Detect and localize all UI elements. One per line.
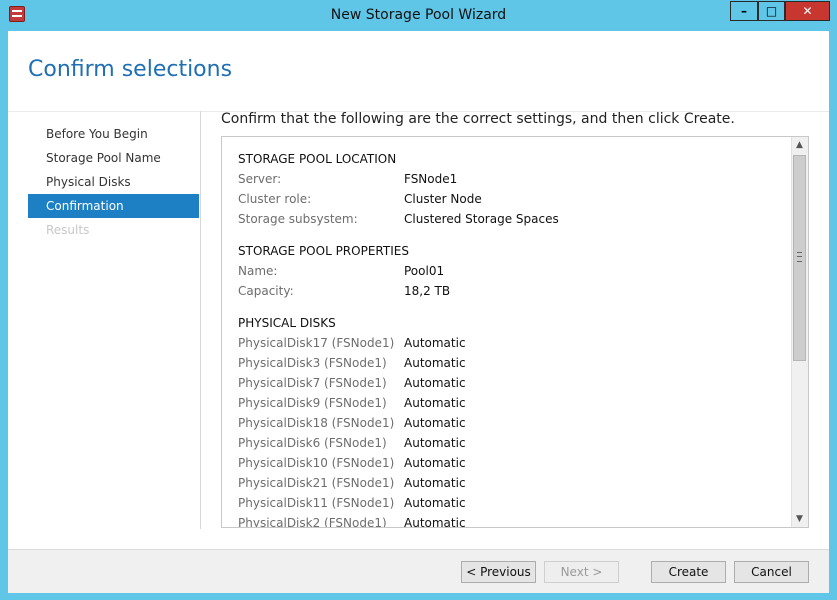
disk-name: PhysicalDisk21 (FSNode1) (238, 476, 395, 490)
vertical-scrollbar[interactable]: ▲ ▼ (791, 137, 808, 527)
cancel-button[interactable]: Cancel (734, 561, 809, 583)
disk-name: PhysicalDisk6 (FSNode1) (238, 436, 387, 450)
disk-row: PhysicalDisk11 (FSNode1) Automatic (238, 493, 788, 513)
step-before-you-begin[interactable]: Before You Begin (28, 122, 199, 146)
minimize-button[interactable]: – (730, 1, 758, 21)
disk-allocation: Automatic (404, 376, 466, 390)
disk-row: PhysicalDisk21 (FSNode1) Automatic (238, 473, 788, 493)
physical-disks-section: PHYSICAL DISKS PhysicalDisk17 (FSNode1) A… (238, 313, 788, 528)
page-header: Confirm selections (8, 31, 829, 112)
disk-allocation: Automatic (404, 356, 466, 370)
row-label: Capacity: (238, 284, 294, 298)
disk-allocation: Automatic (404, 456, 466, 470)
section-title: STORAGE POOL PROPERTIES (238, 244, 409, 258)
row-value: 18,2 TB (404, 284, 451, 298)
wizard-client-area: Confirm selections Before You Begin Stor… (8, 31, 829, 593)
create-button[interactable]: Create (651, 561, 726, 583)
disk-row: PhysicalDisk7 (FSNode1) Automatic (238, 373, 788, 393)
scroll-down-arrow-icon[interactable]: ▼ (792, 511, 807, 527)
disk-name: PhysicalDisk11 (FSNode1) (238, 496, 395, 510)
disk-allocation: Automatic (404, 476, 466, 490)
disk-row: PhysicalDisk6 (FSNode1) Automatic (238, 433, 788, 453)
summary-row: Cluster role: Cluster Node (238, 189, 788, 209)
row-label: Server: (238, 172, 282, 186)
disk-name: PhysicalDisk9 (FSNode1) (238, 396, 387, 410)
next-button: Next > (544, 561, 619, 583)
instruction-text: Confirm that the following are the corre… (221, 111, 735, 127)
scrollbar-thumb[interactable] (793, 155, 806, 361)
confirmation-summary-box[interactable]: STORAGE POOL LOCATION Server: FSNode1 Clu… (221, 136, 809, 528)
grip-icon (797, 252, 802, 262)
disk-row: PhysicalDisk9 (FSNode1) Automatic (238, 393, 788, 413)
disk-name: PhysicalDisk2 (FSNode1) (238, 516, 387, 528)
disk-name: PhysicalDisk17 (FSNode1) (238, 336, 395, 350)
previous-button[interactable]: < Previous (461, 561, 536, 583)
disk-name: PhysicalDisk7 (FSNode1) (238, 376, 387, 390)
disk-allocation: Automatic (404, 416, 466, 430)
row-label: Storage subsystem: (238, 212, 358, 226)
disk-row: PhysicalDisk2 (FSNode1) Automatic (238, 513, 788, 528)
row-value: Clustered Storage Spaces (404, 212, 559, 226)
disk-allocation: Automatic (404, 436, 466, 450)
page-title: Confirm selections (28, 57, 233, 82)
summary-row: Storage subsystem: Clustered Storage Spac… (238, 209, 788, 229)
row-label: Cluster role: (238, 192, 312, 206)
step-physical-disks[interactable]: Physical Disks (28, 170, 199, 194)
step-confirmation[interactable]: Confirmation (28, 194, 199, 218)
close-button[interactable]: ✕ (785, 1, 830, 21)
section-title: STORAGE POOL LOCATION (238, 152, 397, 166)
summary-row: Server: FSNode1 (238, 169, 788, 189)
storage-pool-location-section: STORAGE POOL LOCATION Server: FSNode1 Clu… (238, 149, 788, 229)
disk-name: PhysicalDisk3 (FSNode1) (238, 356, 387, 370)
button-bar: < Previous Next > Create Cancel (8, 549, 829, 593)
row-value: Pool01 (404, 264, 445, 278)
disk-allocation: Automatic (404, 396, 466, 410)
scroll-up-arrow-icon[interactable]: ▲ (792, 137, 807, 153)
sidebar-divider (200, 111, 201, 529)
disk-row: PhysicalDisk17 (FSNode1) Automatic (238, 333, 788, 353)
storage-pool-properties-section: STORAGE POOL PROPERTIES Name: Pool01 Capa… (238, 241, 788, 301)
title-bar[interactable]: New Storage Pool Wizard – □ ✕ (0, 0, 837, 31)
section-title: PHYSICAL DISKS (238, 316, 336, 330)
row-value: FSNode1 (404, 172, 458, 186)
disk-name: PhysicalDisk18 (FSNode1) (238, 416, 395, 430)
row-value: Cluster Node (404, 192, 482, 206)
maximize-button[interactable]: □ (758, 1, 785, 21)
disk-row: PhysicalDisk10 (FSNode1) Automatic (238, 453, 788, 473)
wizard-window: New Storage Pool Wizard – □ ✕ Confirm se… (0, 0, 837, 600)
summary-row: Name: Pool01 (238, 261, 788, 281)
summary-row: Capacity: 18,2 TB (238, 281, 788, 301)
disk-row: PhysicalDisk18 (FSNode1) Automatic (238, 413, 788, 433)
row-label: Name: (238, 264, 278, 278)
window-title: New Storage Pool Wizard (330, 7, 507, 23)
disk-row: PhysicalDisk3 (FSNode1) Automatic (238, 353, 788, 373)
disk-allocation: Automatic (404, 496, 466, 510)
summary-content: STORAGE POOL LOCATION Server: FSNode1 Clu… (238, 149, 788, 528)
step-storage-pool-name[interactable]: Storage Pool Name (28, 146, 199, 170)
disk-allocation: Automatic (404, 336, 466, 350)
step-results: Results (46, 223, 90, 237)
disk-allocation: Automatic (404, 516, 466, 528)
disk-name: PhysicalDisk10 (FSNode1) (238, 456, 395, 470)
